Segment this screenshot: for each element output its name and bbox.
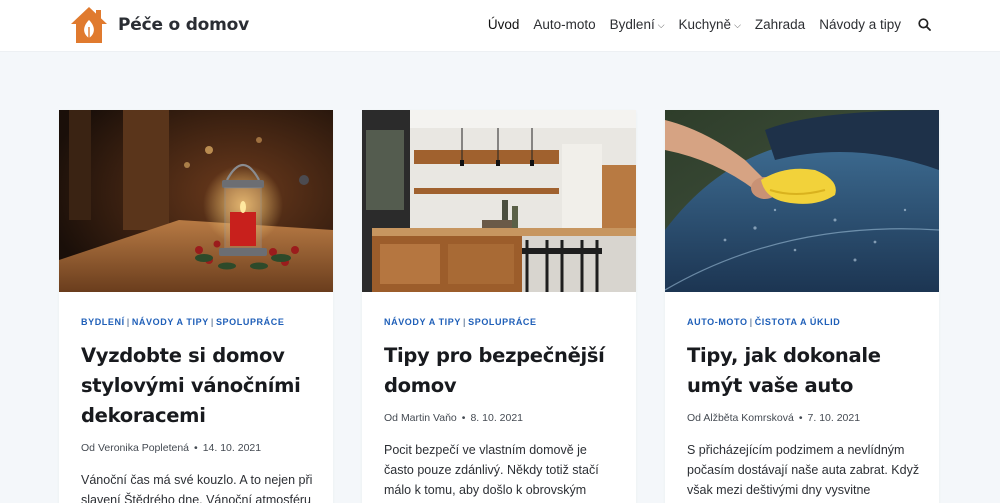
post-excerpt: S přicházejícím podzimem a nevlídným poč…	[687, 443, 920, 497]
house-logo-icon	[71, 7, 107, 43]
post-author[interactable]: Veronika Popletená	[98, 442, 189, 454]
post-categories: Návody a tipy | Spolupráce	[384, 317, 537, 327]
nav-item-label: Úvod	[487, 16, 520, 32]
category-link[interactable]: Bydlení	[81, 317, 125, 327]
chevron-down-icon: ⌵	[657, 19, 665, 30]
post-card-body: Návody a tipy | Spolupráce Tipy pro bezpeč…	[384, 316, 620, 503]
post-card: Návody a tipy | Spolupráce Tipy pro bezpeč…	[362, 110, 636, 503]
nav-item-navody-a-tipy[interactable]: Návody a tipy	[812, 17, 908, 32]
nav-item-bydleni[interactable]: Bydlení ⌵	[603, 17, 672, 32]
chevron-down-icon: ⌵	[734, 19, 741, 30]
nav-item-label: Návody a tipy	[819, 16, 901, 32]
nav-item-label: Zahrada	[754, 16, 806, 32]
site-logo[interactable]: Péče o domov	[68, 5, 249, 45]
post-excerpt: Pocit bezpečí ve vlastním domově je čast…	[384, 443, 599, 497]
post-card-body: Bydlení | Návody a tipy | Spolupráce Vyzdobt…	[81, 316, 317, 503]
post-card: Bydlení | Návody a tipy | Spolupráce Vyzdobt…	[59, 110, 333, 503]
post-title[interactable]: Tipy pro bezpečnější domov	[384, 341, 620, 401]
category-link[interactable]: Spolupráce	[216, 317, 285, 327]
nav-item-zahrada[interactable]: Zahrada	[748, 17, 812, 32]
search-icon	[917, 17, 931, 31]
post-thumbnail-car-wash[interactable]	[665, 110, 939, 292]
nav-item-auto-moto[interactable]: Auto-moto	[526, 17, 602, 32]
post-categories: Auto-moto | Čistota a úklid	[687, 317, 841, 327]
site-header: Péče o domov Úvod Auto-moto Bydlení ⌵ Ku…	[0, 0, 1000, 52]
nav-item-label: Bydlení	[609, 16, 655, 32]
post-categories: Bydlení | Návody a tipy | Spolupráce	[81, 317, 285, 327]
post-meta: Od Martin Vaňo • 8. 10. 2021	[384, 412, 524, 424]
category-link[interactable]: Návody a tipy	[132, 317, 209, 327]
post-card: Auto-moto | Čistota a úklid Tipy, jak doko…	[665, 110, 939, 503]
post-title[interactable]: Tipy, jak dokonale umýt vaše auto	[687, 341, 923, 401]
search-button[interactable]	[914, 14, 934, 34]
category-link[interactable]: Návody a tipy	[384, 317, 461, 327]
post-author[interactable]: Alžběta Komrsková	[703, 412, 793, 424]
post-title[interactable]: Vyzdobte si domov stylovými vánočními de…	[81, 341, 317, 431]
post-meta: Od Alžběta Komrsková • 7. 10. 2021	[687, 412, 861, 424]
post-thumbnail-kitchen[interactable]	[362, 110, 636, 292]
nav-item-label: Kuchyně	[678, 16, 732, 32]
post-date: 14. 10. 2021	[202, 442, 262, 454]
nav-item-uvod[interactable]: Úvod	[481, 17, 527, 32]
post-meta: Od Veronika Popletená • 14. 10. 2021	[81, 442, 262, 454]
author-prefix: Od	[81, 442, 96, 454]
category-link[interactable]: Spolupráce	[468, 317, 537, 327]
author-prefix: Od	[384, 412, 399, 424]
nav-item-label: Auto-moto	[533, 16, 596, 32]
post-date: 7. 10. 2021	[807, 412, 861, 424]
post-thumbnail-christmas-lantern[interactable]	[59, 110, 333, 292]
category-link[interactable]: Čistota a úklid	[755, 317, 841, 327]
category-link[interactable]: Auto-moto	[687, 317, 748, 327]
nav-item-kuchyne[interactable]: Kuchyně ⌵	[672, 17, 748, 32]
post-author[interactable]: Martin Vaňo	[401, 412, 457, 424]
post-excerpt: Vánoční čas má své kouzlo. A to nejen př…	[81, 473, 313, 503]
post-card-body: Auto-moto | Čistota a úklid Tipy, jak doko…	[687, 316, 923, 503]
site-name: Péče o domov	[118, 15, 250, 35]
post-date: 8. 10. 2021	[470, 412, 524, 424]
author-prefix: Od	[687, 412, 702, 424]
main-nav: Úvod Auto-moto Bydlení ⌵ Kuchyně ⌵ Zahra…	[481, 0, 934, 48]
